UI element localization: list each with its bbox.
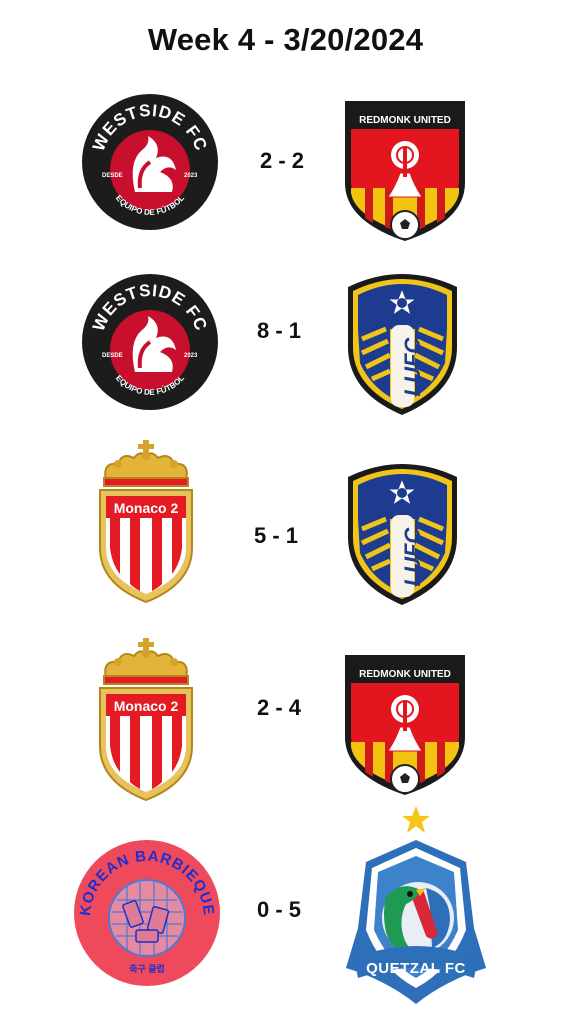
match-row: Monaco 2 2 - 4 REDMONK UNITED bbox=[0, 630, 571, 830]
match-score: 2 - 2 bbox=[259, 148, 305, 173]
star-icon bbox=[401, 805, 431, 835]
home-crest-korean-barbieque: KOREAN BARBIEQUE 축구 클럽 bbox=[72, 838, 222, 988]
home-crest-monaco: Monaco 2 bbox=[96, 436, 196, 606]
away-crest-name: LUFC bbox=[400, 527, 425, 587]
home-crest-westside: WESTSIDE FC DESDE 2023 EQUIPO DE FÚTBOL bbox=[80, 272, 220, 412]
match-row: Monaco 2 5 - 1 LUFC bbox=[0, 430, 571, 630]
match-score: 8 - 1 bbox=[256, 318, 302, 343]
match-row: KOREAN BARBIEQUE 축구 클럽 0 - 5 QUETZAL FC bbox=[0, 805, 571, 1015]
match-score: 5 - 1 bbox=[253, 523, 299, 548]
match-score: 2 - 4 bbox=[256, 695, 302, 720]
away-crest-name: REDMONK UNITED bbox=[359, 669, 451, 680]
match-row: WESTSIDE FC DESDE 2023 EQUIPO DE FÚTBOL … bbox=[0, 85, 571, 285]
away-crest-redmonk: REDMONK UNITED bbox=[340, 647, 470, 797]
home-crest-left: DESDE bbox=[102, 173, 123, 179]
home-crest-right: 2023 bbox=[184, 173, 198, 179]
home-crest-right: 2023 bbox=[184, 353, 198, 359]
away-crest-leeds: LUFC bbox=[340, 267, 465, 417]
match-score: 0 - 5 bbox=[256, 897, 302, 922]
home-crest-name: Monaco 2 bbox=[114, 500, 179, 516]
home-crest-name: Monaco 2 bbox=[114, 698, 179, 714]
home-crest-sub: 축구 클럽 bbox=[129, 963, 165, 974]
home-crest-westside: WESTSIDE FC DESDE 2023 EQUIPO DE FÚTBOL bbox=[80, 92, 220, 232]
home-crest-monaco: Monaco 2 bbox=[96, 634, 196, 804]
away-crest-name: LUFC bbox=[400, 337, 425, 397]
away-crest-name: REDMONK UNITED bbox=[359, 115, 451, 126]
away-crest-leeds: LUFC bbox=[340, 457, 465, 607]
home-crest-left: DESDE bbox=[102, 353, 123, 359]
page-title: Week 4 - 3/20/2024 bbox=[147, 22, 424, 57]
away-crest-quetzal: QUETZAL FC bbox=[346, 838, 486, 1008]
away-crest-name: QUETZAL FC bbox=[366, 960, 466, 977]
away-crest-redmonk: REDMONK UNITED bbox=[340, 93, 470, 243]
